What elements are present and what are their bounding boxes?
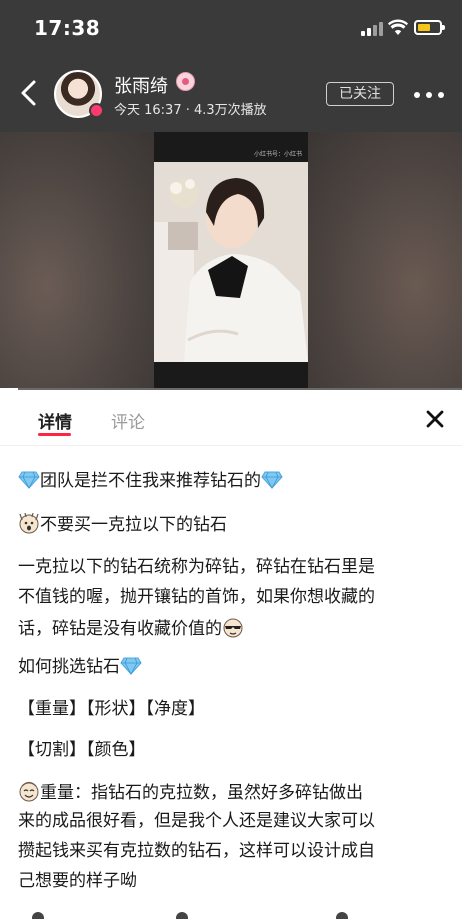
- diamond-emoji-icon: [120, 657, 142, 675]
- shocked-face-emoji-icon: [19, 512, 39, 534]
- video-person-illustration: [154, 162, 308, 362]
- paragraph1-line-last: 话，碎钻是没有收藏价值的: [18, 616, 244, 640]
- top-bar: 17:38 张雨绮 今天 16:37 · 4.3万次播放 已关注: [0, 0, 462, 132]
- video-frame: [154, 162, 308, 362]
- status-bar: 17:38: [0, 0, 462, 56]
- post-subtitle-line: 不要买一克拉以下的钻石: [18, 512, 227, 536]
- smiling-face-emoji-icon: [19, 781, 39, 802]
- criteria-row-2: 【切割】【颜色】: [18, 740, 146, 760]
- video-blur-background-right: [308, 132, 462, 390]
- post-meta: 今天 16:37 · 4.3万次播放: [114, 103, 267, 118]
- post-subtitle: 不要买一克拉以下的钻石: [40, 515, 227, 535]
- paragraph2-line-first: 重量：指钻石的克拉数，虽然好多碎钻做出: [18, 780, 363, 804]
- video-blur-background-left: [0, 132, 154, 390]
- active-tab-indicator: [38, 433, 71, 436]
- battery-level: [418, 24, 430, 31]
- video-watermark: 小红书号：小红书: [253, 151, 302, 158]
- how-to-heading: 如何挑选钻石: [18, 657, 120, 677]
- paragraph2-line: 己想要的样子呦: [18, 871, 137, 891]
- wifi-icon: [388, 19, 408, 35]
- close-icon[interactable]: [424, 408, 446, 430]
- paragraph2-line: 来的成品很好看，但是我个人还是建议大家可以: [18, 811, 375, 831]
- bottom-action-bar: [0, 906, 462, 919]
- detail-tabs: 详情 评论: [0, 390, 462, 446]
- sunglasses-face-emoji-icon: [223, 618, 243, 638]
- post-author-row: 张雨绮 今天 16:37 · 4.3万次播放 已关注: [0, 56, 462, 132]
- battery-icon: [414, 20, 445, 35]
- collect-icon[interactable]: [176, 912, 188, 919]
- how-to-line: 如何挑选钻石: [18, 656, 142, 678]
- criteria-row-1: 【重量】【形状】【净度】: [18, 699, 205, 719]
- tab-comments[interactable]: 评论: [111, 408, 145, 433]
- author-name[interactable]: 张雨绮: [114, 72, 168, 98]
- tab-details[interactable]: 详情: [38, 408, 72, 433]
- post-title-line: 团队是拦不住我来推荐钻石的: [18, 470, 283, 492]
- paragraph2-line-text: 重量：指钻石的克拉数，虽然好多碎钻做出: [40, 783, 363, 803]
- post-title: 团队是拦不住我来推荐钻石的: [40, 471, 261, 491]
- comment-icon[interactable]: [336, 912, 348, 919]
- rose-emoji-icon: [176, 72, 195, 91]
- diamond-emoji-icon: [261, 471, 283, 489]
- video-player[interactable]: 小红书号：小红书: [154, 132, 308, 390]
- paragraph1-line: 不值钱的喔，抛开镶钻的首饰，如果你想收藏的: [18, 587, 375, 607]
- cellular-signal-icon: [361, 22, 383, 36]
- paragraph2-line: 攒起钱来买有克拉数的钻石，这样可以设计成自: [18, 841, 375, 861]
- paragraph1-line-text: 话，碎钻是没有收藏价值的: [18, 619, 222, 639]
- diamond-emoji-icon: [18, 471, 40, 489]
- verified-badge-icon: [89, 103, 104, 118]
- paragraph1-line: 一克拉以下的钻石统称为碎钻，碎钻在钻石里是: [18, 557, 375, 577]
- status-time: 17:38: [34, 16, 101, 40]
- like-icon[interactable]: [32, 912, 44, 919]
- more-dots-icon[interactable]: [414, 92, 444, 98]
- chevron-left-icon[interactable]: [14, 76, 44, 110]
- follow-button[interactable]: 已关注: [326, 82, 394, 106]
